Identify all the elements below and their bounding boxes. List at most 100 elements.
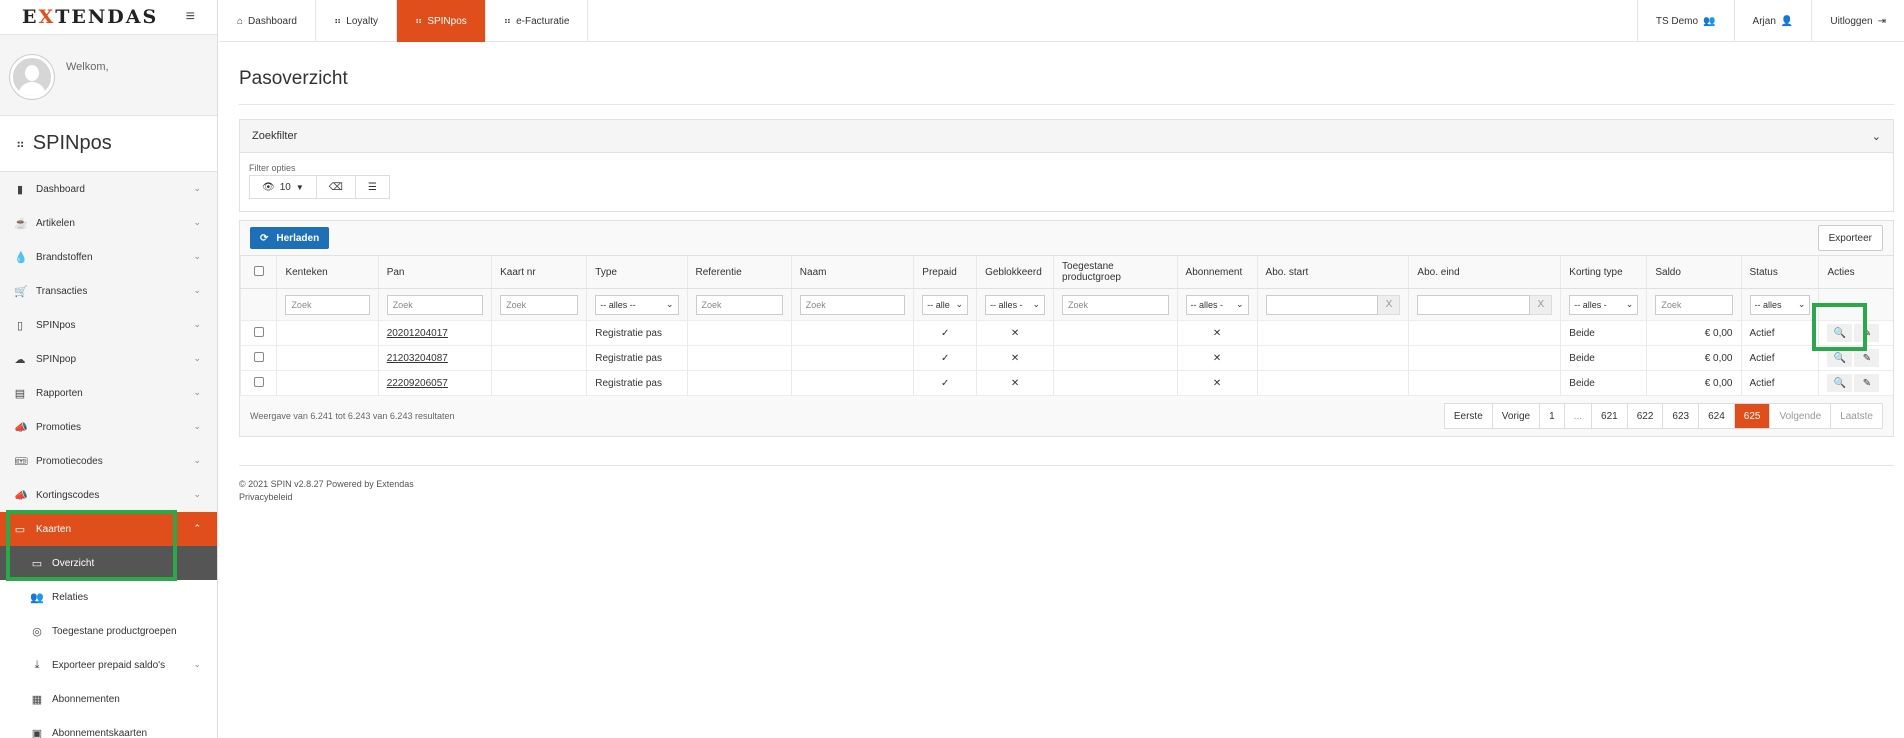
sidebar-item-spinpop[interactable]: ☁ SPINpop ⌄ [0, 342, 217, 376]
page-prev[interactable]: Vorige [1493, 404, 1541, 428]
view-button[interactable]: 🔍 [1827, 374, 1853, 392]
col-kaart-nr[interactable]: Kaart nr [491, 255, 587, 289]
clear-abo-start-button[interactable]: X [1378, 294, 1401, 315]
highlight-box-view-action [1812, 303, 1867, 351]
column-toggle-button[interactable]: ☰ [356, 176, 389, 198]
user-menu[interactable]: Arjan 👤 [1733, 0, 1812, 42]
sidebar-item-promoties[interactable]: 📣 Promoties ⌄ [0, 410, 217, 444]
sidebar-item-brandstoffen[interactable]: 💧 Brandstoffen ⌄ [0, 240, 217, 274]
col-prepaid[interactable]: Prepaid [913, 255, 977, 289]
pan-link[interactable]: 21203204087 [387, 353, 448, 364]
page-624[interactable]: 624 [1699, 404, 1735, 428]
page-first[interactable]: Eerste [1445, 404, 1493, 428]
col-saldo[interactable]: Saldo [1646, 255, 1741, 289]
view-button[interactable]: 🔍 [1827, 349, 1853, 367]
cup-icon: ☕ [14, 217, 28, 230]
edit-button[interactable]: ✎ [1854, 374, 1880, 392]
filter-type-select[interactable]: -- alles -- ⌄ [595, 294, 679, 315]
tenant-menu[interactable]: TS Demo 👥 [1636, 0, 1734, 42]
grid-icon: ⠶ [503, 15, 512, 27]
sidebar-sub-exporteer-prepaid[interactable]: ⤓ Exporteer prepaid saldo's ⌄ [0, 648, 217, 682]
row-checkbox[interactable] [253, 351, 264, 362]
ticket-icon: 🎟 [14, 455, 28, 468]
edit-button[interactable]: ✎ [1854, 349, 1880, 367]
privacy-link[interactable]: Privacybeleid [239, 491, 1894, 504]
col-kenteken[interactable]: Kenteken [276, 255, 379, 289]
col-referentie[interactable]: Referentie [686, 255, 792, 289]
filter-kenteken-input[interactable]: Zoek [285, 294, 370, 315]
reload-button[interactable]: ⟳ Herladen [250, 227, 330, 249]
page-last[interactable]: Laatste [1831, 404, 1882, 428]
filter-naam-input[interactable]: Zoek [799, 294, 906, 315]
chevron-up-icon: ⌃ [193, 523, 201, 533]
sidebar-sub-productgroepen[interactable]: ◎ Toegestane productgroepen [0, 614, 217, 648]
sidebar-item-transacties[interactable]: 🛒 Transacties ⌄ [0, 274, 217, 308]
filter-productgroep-input[interactable]: Zoek [1062, 294, 1169, 315]
row-checkbox[interactable] [253, 376, 264, 387]
col-abonnement[interactable]: Abonnement [1176, 255, 1258, 289]
page-1[interactable]: 1 [1540, 404, 1565, 428]
sidebar-item-rapporten[interactable]: ▤ Rapporten ⌄ [0, 376, 217, 410]
chevron-down-icon: ⌄ [193, 455, 201, 465]
tab-loyalty[interactable]: ⠶ Loyalty [316, 0, 397, 42]
sidebar-sub-abonnementen[interactable]: ▦ Abonnementen [0, 682, 217, 716]
col-abo-eind[interactable]: Abo. eind [1408, 255, 1561, 289]
filter-korting-type-select[interactable]: -- alles - ⌄ [1569, 294, 1639, 315]
filter-geblokkeerd-select[interactable]: -- alles - ⌄ [985, 294, 1046, 315]
filter-kaart-nr-input[interactable]: Zoek [500, 294, 579, 315]
page-622[interactable]: 622 [1628, 404, 1664, 428]
filter-status-select[interactable]: -- alles ⌄ [1749, 294, 1811, 315]
tab-e-facturatie[interactable]: ⠶ e-Facturatie [486, 0, 589, 42]
sidebar-sub-relaties[interactable]: 👥 Relaties [0, 580, 217, 614]
sidebar-item-artikelen[interactable]: ☕ Artikelen ⌄ [0, 206, 217, 240]
col-korting-type[interactable]: Korting type [1560, 255, 1647, 289]
chevron-down-icon: ⌄ [193, 285, 201, 295]
chevron-down-icon: ⌄ [193, 353, 201, 363]
col-pan[interactable]: Pan [377, 255, 492, 289]
results-summary: Weergave van 6.241 tot 6.243 van 6.243 r… [250, 411, 455, 421]
pan-link[interactable]: 20201204017 [387, 328, 448, 339]
id-card-icon: ▣ [31, 727, 43, 738]
select-all-checkbox[interactable] [253, 265, 264, 276]
grid-panel: ⟳ Herladen Exporteer Kenteken Pan Kaart n… [239, 220, 1894, 437]
sidebar-item-dashboard[interactable]: ▮ Dashboard ⌄ [0, 172, 217, 206]
sidebar: EXTENDAS ≡ Welkom, ⠶ SPINpos ▮ Dashboard ⌄… [0, 0, 218, 738]
filter-saldo-input[interactable]: Zoek [1655, 294, 1733, 315]
sidebar-item-promotiecodes[interactable]: 🎟 Promotiecodes ⌄ [0, 444, 217, 478]
extendas-logo[interactable]: EXTENDAS [22, 6, 158, 28]
sidebar-item-kortingscodes[interactable]: 📣 Kortingscodes ⌄ [0, 478, 217, 512]
page-621[interactable]: 621 [1592, 404, 1628, 428]
sidebar-sub-abonnementskaarten[interactable]: ▣ Abonnementskaarten [0, 716, 217, 738]
page-623[interactable]: 623 [1663, 404, 1700, 428]
tab-spinpos[interactable]: ⠶ SPINpos [396, 0, 486, 42]
clear-abo-eind-button[interactable]: X [1530, 294, 1553, 315]
search-icon: 🔍 [1833, 377, 1847, 389]
filter-abo-start-input[interactable] [1265, 294, 1379, 315]
export-button[interactable]: Exporteer [1817, 225, 1883, 251]
clear-filter-button[interactable]: ⌫ [317, 176, 356, 198]
menu-toggle-icon[interactable]: ≡ [186, 8, 195, 26]
pan-link[interactable]: 22209206057 [387, 378, 448, 389]
tab-dashboard[interactable]: ⌂ Dashboard [219, 0, 316, 42]
page-next[interactable]: Volgende [1770, 404, 1832, 428]
col-status[interactable]: Status [1740, 255, 1819, 289]
col-toegestane-productgroep[interactable]: Toegestane productgroep [1053, 255, 1178, 289]
top-nav-right: TS Demo 👥 Arjan 👤 Uitloggen ⇥ [1636, 0, 1904, 42]
logout-button[interactable]: Uitloggen ⇥ [1811, 0, 1904, 42]
row-checkbox[interactable] [253, 326, 264, 337]
download-icon: ⤓ [34, 658, 40, 671]
search-filter-header[interactable]: Zoekfilter ⌄ [240, 120, 1893, 153]
sidebar-item-spinpos[interactable]: ▯ SPINpos ⌄ [0, 308, 217, 342]
filter-referentie-input[interactable]: Zoek [695, 294, 783, 315]
page-size-dropdown[interactable]: 👁 10 ▼ [250, 176, 317, 198]
col-geblokkeerd[interactable]: Geblokkeerd [976, 255, 1054, 289]
prepaid-check-icon: ✓ [913, 345, 977, 371]
col-abo-start[interactable]: Abo. start [1256, 255, 1409, 289]
col-type[interactable]: Type [586, 255, 687, 289]
filter-abo-eind-input[interactable] [1417, 294, 1531, 315]
filter-prepaid-select[interactable]: -- alle ⌄ [922, 294, 969, 315]
col-naam[interactable]: Naam [790, 255, 914, 289]
filter-pan-input[interactable]: Zoek [386, 294, 484, 315]
page-625[interactable]: 625 [1734, 404, 1771, 428]
filter-abonnement-select[interactable]: -- alles - ⌄ [1185, 294, 1249, 315]
